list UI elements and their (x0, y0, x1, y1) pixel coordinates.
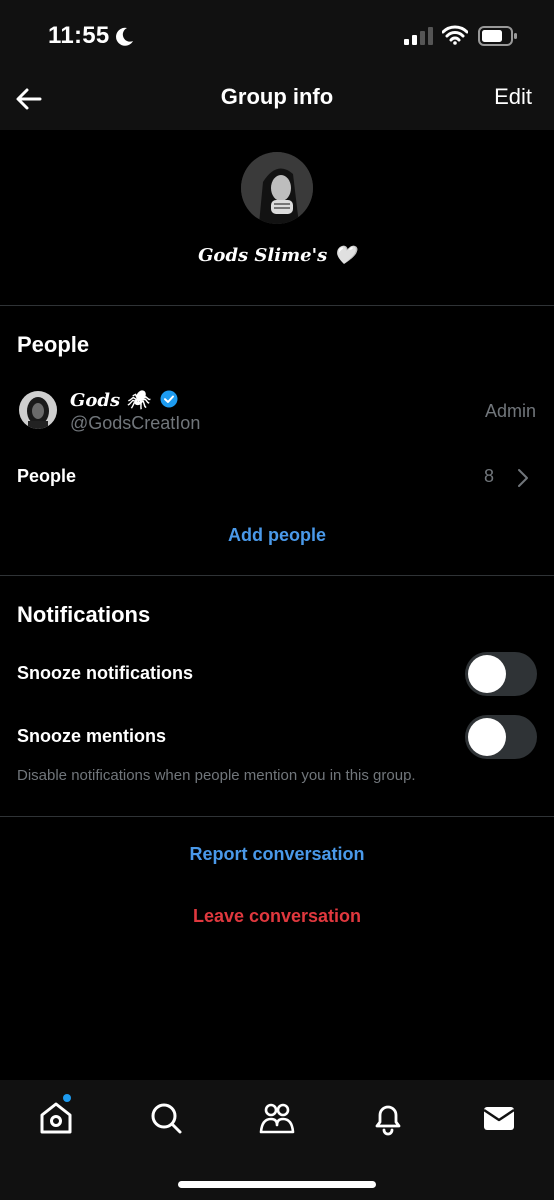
snooze-notifications-toggle[interactable] (465, 652, 537, 696)
home-notification-dot (63, 1094, 71, 1102)
snooze-notifications-label: Snooze notifications (17, 663, 194, 683)
leave-conversation-button[interactable]: Leave conversation (0, 906, 554, 927)
edit-button[interactable]: Edit (494, 84, 532, 110)
member-avatar[interactable] (19, 391, 57, 429)
tab-communities[interactable] (257, 1098, 297, 1138)
toggle-knob (468, 655, 506, 693)
divider (0, 575, 554, 576)
moon-icon (113, 26, 135, 53)
messages-icon (483, 1107, 515, 1130)
report-conversation-button[interactable]: Report conversation (0, 844, 554, 865)
cellular-signal-icon (404, 27, 434, 50)
tab-search[interactable] (146, 1098, 186, 1138)
people-count: 8 (484, 466, 495, 486)
add-people-button[interactable]: Add people (0, 525, 554, 546)
navigation-bar: Group info Edit (0, 68, 554, 130)
page-title: Group info (220, 84, 334, 109)
home-indicator (178, 1181, 376, 1188)
status-bar: 11:55 (0, 0, 554, 68)
people-section-title: People (17, 332, 90, 357)
group-name: Gods Slime's 🤍 (198, 245, 356, 266)
snooze-mentions-toggle[interactable] (465, 715, 537, 759)
chevron-right-icon[interactable] (516, 468, 530, 493)
divider (0, 816, 554, 817)
communities-icon (259, 1103, 295, 1134)
home-icon (40, 1102, 72, 1134)
member-display-name[interactable]: Gods 🕷 (70, 390, 178, 413)
wifi-icon (441, 25, 469, 50)
tab-messages[interactable] (479, 1098, 519, 1138)
toggle-knob (468, 718, 506, 756)
battery-icon (478, 26, 518, 51)
tab-home[interactable] (36, 1094, 76, 1138)
member-name-text: Gods 🕷 (70, 390, 150, 411)
verified-badge-icon (160, 390, 178, 413)
member-handle: @GodsCreatIon (70, 413, 201, 433)
people-row[interactable]: People (17, 466, 76, 487)
member-role-badge: Admin (484, 401, 536, 421)
snooze-mentions-hint: Disable notifications when people mentio… (17, 767, 416, 784)
group-avatar[interactable] (241, 152, 313, 224)
status-time: 11:55 (48, 22, 110, 49)
snooze-mentions-label: Snooze mentions (17, 726, 167, 746)
tab-notifications[interactable] (368, 1098, 408, 1138)
notifications-section-title: Notifications (17, 602, 151, 627)
divider (0, 305, 554, 306)
notifications-icon (375, 1105, 401, 1136)
search-icon (151, 1103, 182, 1134)
